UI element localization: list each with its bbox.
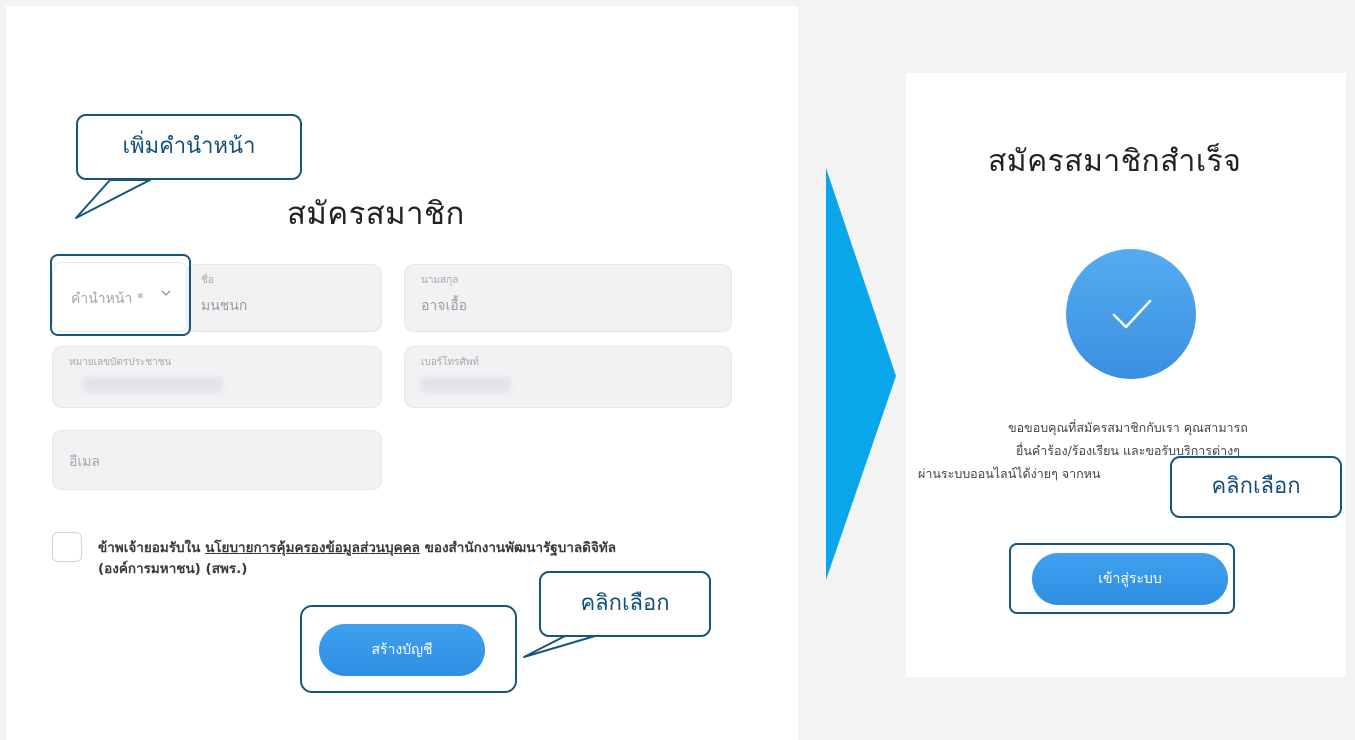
success-title: สมัครสมาชิกสำเร็จ <box>988 144 1242 179</box>
success-badge <box>1066 249 1196 379</box>
arrow-right-icon <box>826 168 896 580</box>
login-highlight <box>1009 543 1235 614</box>
check-icon <box>1112 299 1152 329</box>
add-prefix-callout: เพิ่มคำนำหน้า <box>76 114 302 180</box>
click-create-callout: คลิกเลือก <box>539 571 711 637</box>
success-message-line1: ขอขอบคุณที่สมัครสมาชิกกับเรา คุณสามารถ <box>1008 420 1248 435</box>
click-login-callout: คลิกเลือก <box>1170 456 1342 518</box>
